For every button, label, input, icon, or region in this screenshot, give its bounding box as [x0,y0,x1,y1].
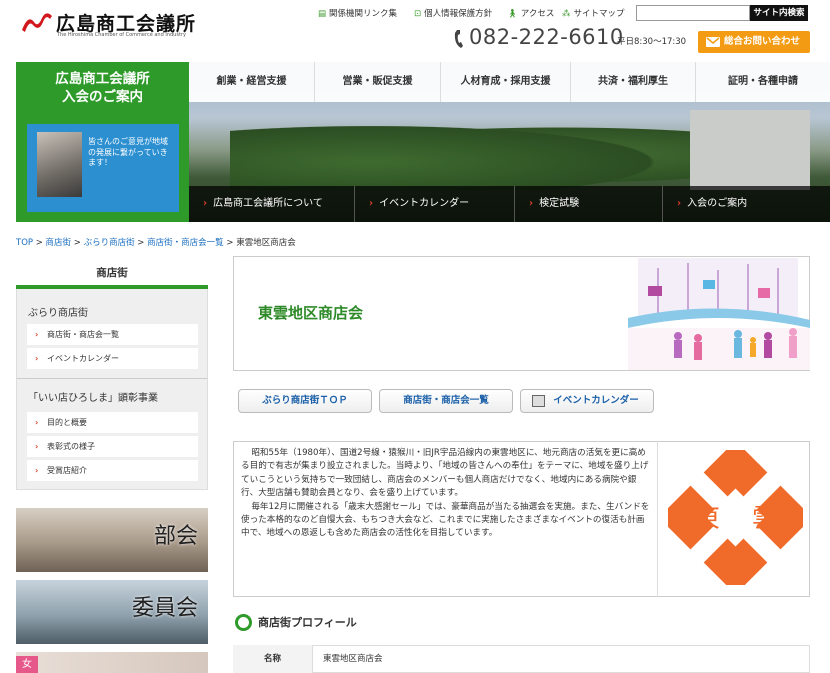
subnav-event-calendar[interactable]: › イベントカレンダー [354,186,514,222]
nav-hr-support[interactable]: 人材育成・採用支援 [440,62,570,102]
lock-icon: ⊡ [414,9,422,19]
sidebar-section-burari[interactable]: ぶらり商店街 [28,304,88,319]
page-title: 東雲地区商店会 [258,304,364,322]
sidebar-item-event-calendar[interactable]: › イベントカレンダー [27,348,198,369]
mail-icon [706,37,720,47]
subnav-about[interactable]: › 広島商工会議所について [189,186,354,222]
sidebar-item-winners[interactable]: › 受賞店紹介 [27,460,198,481]
banner-women[interactable] [16,652,208,673]
link-sitemap[interactable]: ⁂ サイトマップ [562,7,625,19]
link-access[interactable]: 🚶︎ アクセス [507,7,554,19]
sidebar-item-shop-list[interactable]: › 商店街・商店会一覧 [27,324,198,345]
description-text: 昭和55年（1980年）、国道2号線・猿猴川・旧JR宇品沿線内の東雲地区に、地元… [241,448,650,539]
banner-iinkai[interactable]: 委員会 [16,580,208,644]
profile-heading: 商店街プロフィール [258,616,357,629]
banner-women-tag: 女 [16,656,38,673]
sitemap-icon: ⁂ [562,9,571,19]
link-related-organizations[interactable]: ▤ 関係機関リンク集 [318,7,397,19]
logo-subtext: The Hiroshima Chamber of Commerce and In… [57,32,186,38]
list-icon: ▤ [318,9,327,19]
description-divider [657,441,658,597]
breadcrumb-list[interactable]: 商店街・商店会一覧 [147,238,224,248]
chevron-right-icon: › [369,198,374,209]
logo-mark-icon[interactable] [20,10,54,34]
nav-certificates[interactable]: 証明・各種申請 [695,62,830,102]
chevron-right-icon: › [35,418,39,427]
phone-number: 082-222-6610 [469,25,624,49]
sidebar-item-ceremony[interactable]: › 表彰式の様子 [27,436,198,457]
shonome-seal-logo: 東 雲 [668,450,803,585]
businessmen-photo [37,132,82,197]
walk-icon: 🚶︎ [507,9,518,19]
opinion-banner-text: 皆さんのご意見が地域の発展に繋がっていきます！ [88,137,168,167]
chevron-right-icon: › [529,198,534,209]
phone-hours: 平日8:30〜17:30 [617,37,687,47]
chevron-right-icon: › [35,442,39,451]
membership-title[interactable]: 広島商工会議所 入会のご案内 [16,70,189,106]
subnav-membership[interactable]: › 入会のご案内 [662,186,810,222]
banner-bukai[interactable]: 部会 [16,508,208,572]
chevron-right-icon: › [35,330,39,339]
nav-startup-support[interactable]: 創業・経営支援 [189,62,314,102]
sidebar-divider [17,378,207,379]
burari-top-button[interactable]: ぶらり商店街ＴＯＰ [238,389,372,413]
sidebar-item-purpose[interactable]: › 目的と概要 [27,412,198,433]
breadcrumb-current: 東雲地区商店会 [236,238,296,248]
search-button[interactable]: サイト内検索 [750,5,808,21]
chevron-right-icon: › [677,198,682,209]
profile-label-name: 名称 [233,645,313,673]
circle-bullet-icon [235,614,252,631]
profile-value-name: 東雲地区商店会 [323,654,383,664]
sidebar-section-iimise[interactable]: 「いい店ひろしま」顕彰事業 [28,389,158,404]
chevron-right-icon: › [203,198,208,209]
breadcrumb-burari[interactable]: ぶらり商店街 [84,238,135,248]
breadcrumb: TOP > 商店街 > ぶらり商店街 > 商店街・商店会一覧 > 東雲地区商店会 [16,238,296,248]
hero-building [690,110,810,190]
seal-char-1: 東 [694,504,720,534]
seal-char-2: 雲 [752,504,778,534]
link-privacy-policy[interactable]: ⊡ 個人情報保護方針 [414,7,492,19]
subnav-exams[interactable]: › 検定試験 [514,186,662,222]
profile-table [233,645,810,673]
nav-sales-support[interactable]: 営業・販促支援 [314,62,440,102]
calendar-icon [532,395,545,407]
nav-welfare[interactable]: 共済・福利厚生 [570,62,695,102]
hero-trees [230,120,700,190]
search-input[interactable] [636,5,750,21]
breadcrumb-shopping-streets[interactable]: 商店街 [46,238,72,248]
shop-list-button[interactable]: 商店街・商店会一覧 [379,389,513,413]
chevron-right-icon: › [35,354,39,363]
chevron-right-icon: › [35,466,39,475]
shopping-street-illustration [628,258,810,370]
sidebar-title[interactable]: 商店街 [16,257,208,289]
breadcrumb-top[interactable]: TOP [16,238,33,248]
phone-icon [454,30,463,48]
